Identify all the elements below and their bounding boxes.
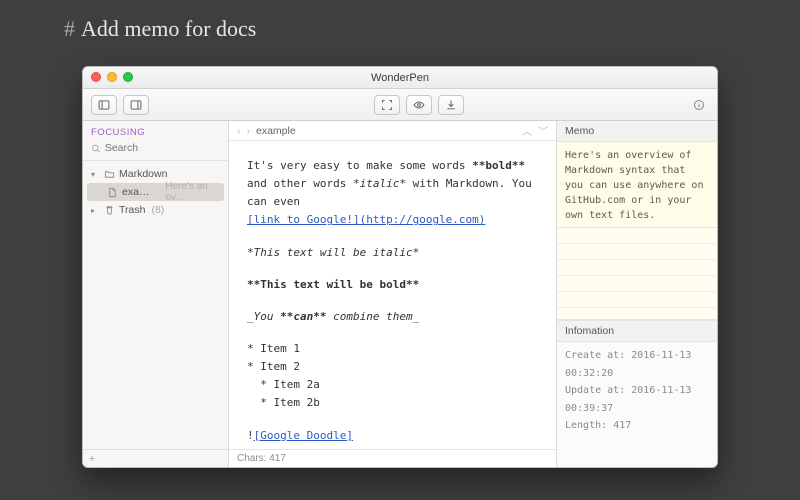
tree-trash-label: Trash <box>119 204 145 216</box>
link-text: [link to Google!] <box>247 213 360 226</box>
zoom-window-button[interactable] <box>123 72 133 82</box>
info-label: Create at: <box>565 350 625 361</box>
app-window: WonderPen <box>82 66 718 468</box>
info-icon <box>693 99 705 111</box>
editor-link[interactable]: [link to Google!](http://google.com) <box>247 213 485 226</box>
editor-paragraph: It's very easy to make some words **bold… <box>247 157 538 230</box>
sidebar-footer: + <box>83 449 228 467</box>
sidebar: FOCUSING ▾ Markdown example Here's an ov… <box>83 121 229 467</box>
toolbar-left-group <box>91 95 149 115</box>
info-create-time: 00:32:20 <box>565 366 709 382</box>
info-value: 2016-11-13 <box>631 350 691 361</box>
hash-mark: # <box>64 16 75 41</box>
toggle-right-panel-button[interactable] <box>123 95 149 115</box>
bold-italic-text: **can** <box>280 310 326 323</box>
nav-back-button[interactable]: ‹ <box>237 125 241 137</box>
list-item: * Item 2 <box>247 358 538 376</box>
breadcrumb-bar: ‹ › example ︿ ﹀ <box>229 121 556 141</box>
info-label: Update at: <box>565 385 625 396</box>
sidebar-icon <box>98 99 110 111</box>
toolbar-center-group <box>374 95 464 115</box>
focus-icon <box>381 99 393 111</box>
editor-list: * Item 1 * Item 2 * Item 2a * Item 2b <box>247 340 538 413</box>
tree-folder-label: Markdown <box>119 168 167 180</box>
italic-text: *italic* <box>353 177 406 190</box>
info-create: Create at: 2016-11-13 <box>565 348 709 364</box>
trash-icon <box>103 204 115 216</box>
focus-mode-button[interactable] <box>374 95 400 115</box>
info-body: Create at: 2016-11-13 00:32:20 Update at… <box>557 342 717 467</box>
status-chars-label: Chars: <box>237 453 266 464</box>
status-chars-value: 417 <box>269 453 286 464</box>
info-length: Length: 417 <box>565 418 709 434</box>
export-icon <box>445 99 457 111</box>
list-item: * Item 2a <box>247 376 538 394</box>
tree-doc-label: example <box>122 186 157 198</box>
memo-heading: Memo <box>557 121 717 142</box>
collapse-up-button[interactable]: ︿ <box>522 123 532 138</box>
editor-paragraph: _You **can** combine them_ <box>247 308 538 326</box>
info-label: Length: <box>565 420 607 431</box>
add-document-button[interactable]: + <box>89 453 95 465</box>
toolbar <box>83 89 717 121</box>
info-value: 417 <box>613 420 631 431</box>
editor-image-link: ![Google Doodle] (https://lh3.googleuser… <box>247 427 538 449</box>
info-update-time: 00:39:37 <box>565 401 709 417</box>
main-column: ‹ › example ︿ ﹀ It's very easy to make s… <box>229 121 557 467</box>
tree-trash-count: (8) <box>151 204 164 216</box>
titlebar: WonderPen <box>83 67 717 89</box>
minimize-window-button[interactable] <box>107 72 117 82</box>
list-item: * Item 2b <box>247 394 538 412</box>
info-update: Update at: 2016-11-13 <box>565 383 709 399</box>
collapse-down-button[interactable]: ﹀ <box>538 123 548 138</box>
link-text: [Google Doodle] <box>254 429 353 442</box>
export-button[interactable] <box>438 95 464 115</box>
nav-forward-button[interactable]: › <box>247 125 251 137</box>
close-window-button[interactable] <box>91 72 101 82</box>
preview-button[interactable] <box>406 95 432 115</box>
document-icon <box>107 186 118 198</box>
link-url: (http://google.com) <box>360 213 486 226</box>
tree-doc-example[interactable]: example Here's an ov… <box>87 183 224 201</box>
search-icon <box>91 143 101 154</box>
page-heading: #Add memo for docs <box>64 16 256 42</box>
page-heading-text: Add memo for docs <box>81 16 256 41</box>
status-bar: Chars: 417 <box>229 449 556 467</box>
right-panel: Memo Here's an overview of Markdown synt… <box>557 121 717 467</box>
editor-link[interactable]: [Google Doodle] <box>254 429 353 442</box>
document-tree: ▾ Markdown example Here's an ov… ▸ Trash… <box>83 161 228 449</box>
sidebar-search <box>83 140 228 161</box>
text: and other words <box>247 177 353 190</box>
sidebar-heading: FOCUSING <box>83 121 228 140</box>
folder-icon <box>103 168 115 180</box>
window-title: WonderPen <box>371 72 429 84</box>
eye-icon <box>413 99 425 111</box>
right-panel-icon <box>130 99 142 111</box>
toggle-sidebar-button[interactable] <box>91 95 117 115</box>
window-body: FOCUSING ▾ Markdown example Here's an ov… <box>83 121 717 467</box>
toolbar-right-group <box>689 95 709 115</box>
info-button[interactable] <box>689 95 709 115</box>
bold-text: **bold** <box>472 159 525 172</box>
editor-paragraph: *This text will be italic* <box>247 244 538 262</box>
chevron-right-icon: ▸ <box>91 206 99 215</box>
list-item: * Item 1 <box>247 340 538 358</box>
tree-doc-preview: Here's an ov… <box>165 181 224 203</box>
editor[interactable]: It's very easy to make some words **bold… <box>229 141 556 449</box>
info-heading: Infomation <box>557 320 717 342</box>
text: ! <box>247 429 254 442</box>
text: It's very easy to make some words <box>247 159 472 172</box>
memo-empty-lines[interactable] <box>557 228 717 320</box>
breadcrumb[interactable]: example <box>256 125 296 137</box>
traffic-lights <box>91 72 133 82</box>
chevron-down-icon: ▾ <box>91 170 99 179</box>
italic-text: _You <box>247 310 280 323</box>
italic-text: combine them_ <box>326 310 419 323</box>
memo-text[interactable]: Here's an overview of Markdown syntax th… <box>557 142 717 228</box>
editor-paragraph: **This text will be bold** <box>247 276 538 294</box>
info-value: 2016-11-13 <box>631 385 691 396</box>
tree-trash[interactable]: ▸ Trash (8) <box>87 201 224 219</box>
search-input[interactable] <box>105 142 220 154</box>
